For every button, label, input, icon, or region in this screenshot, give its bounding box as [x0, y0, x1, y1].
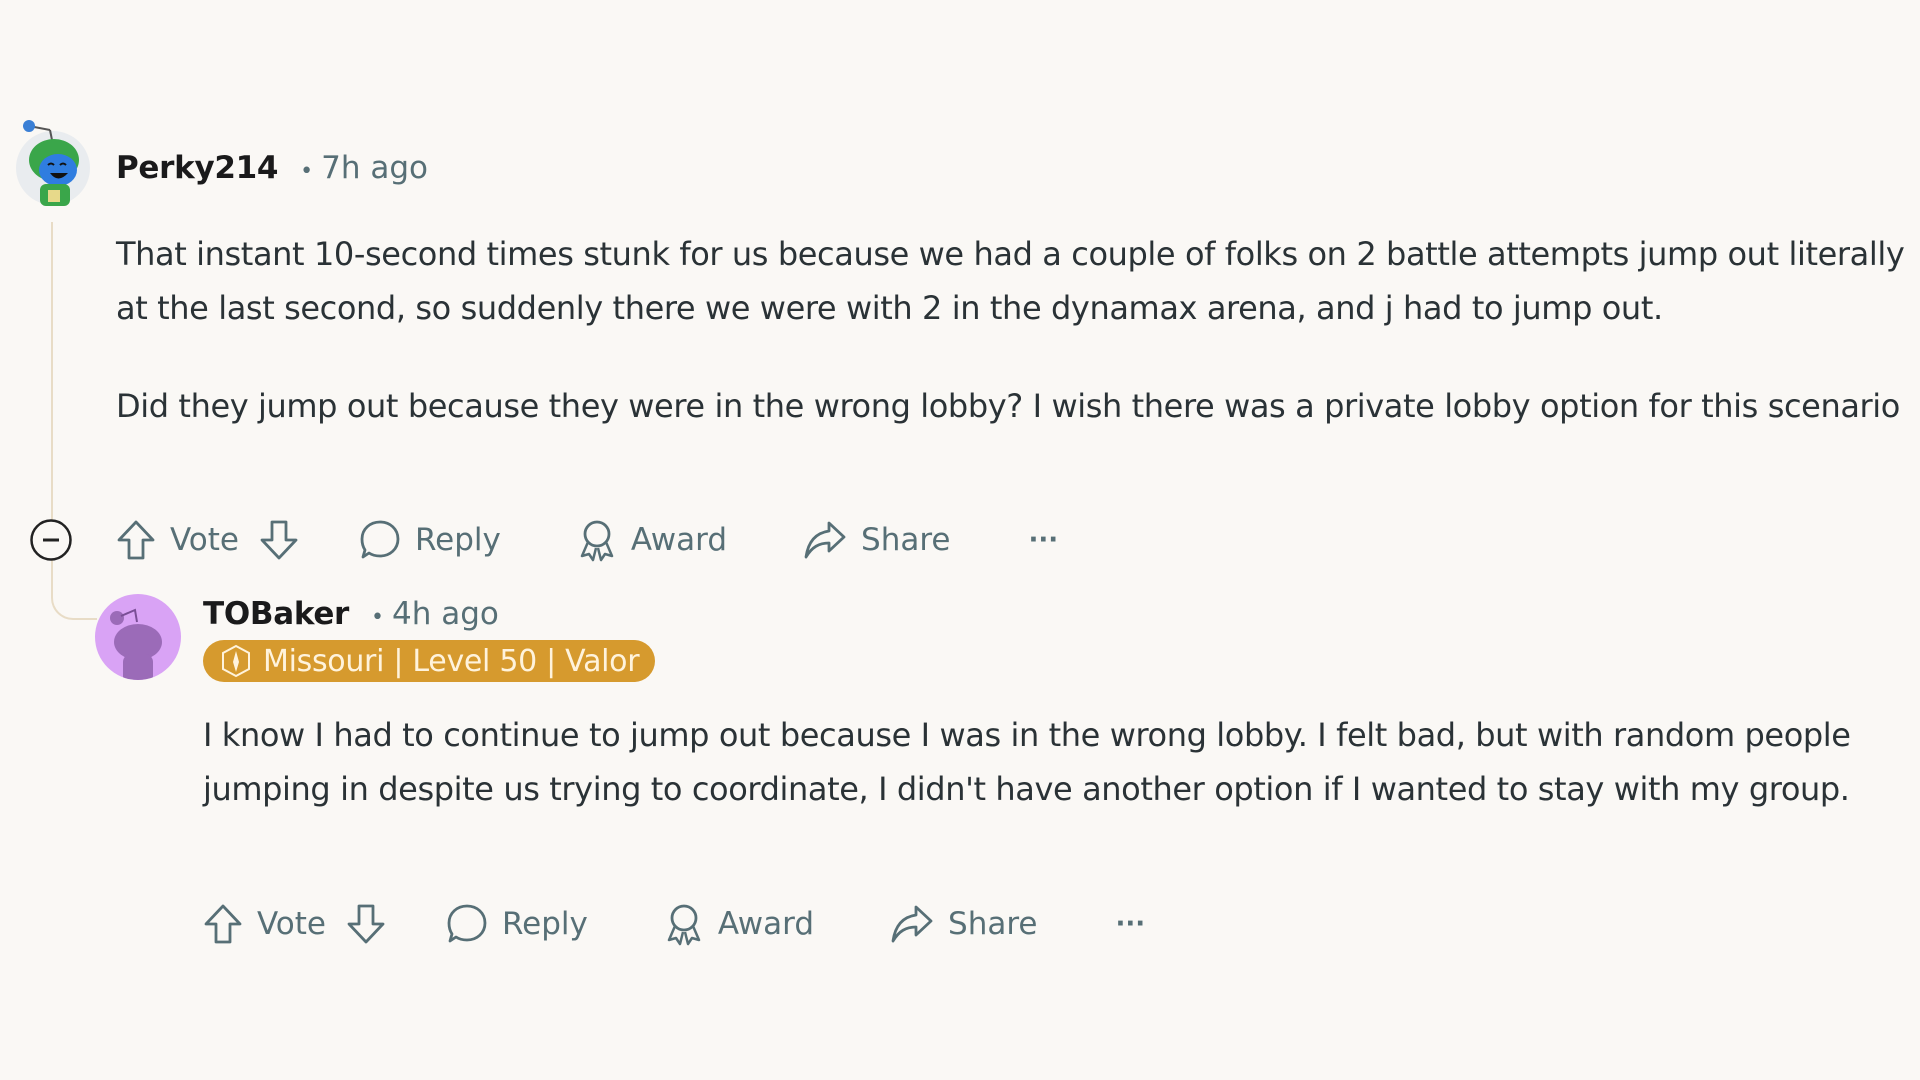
share-arrow-icon — [804, 521, 846, 559]
user-avatar[interactable] — [95, 594, 181, 680]
award-ribbon-icon — [580, 520, 614, 562]
collapse-thread-button[interactable] — [29, 518, 73, 566]
award-button[interactable]: Award — [577, 518, 727, 562]
timestamp[interactable]: 4h ago — [392, 596, 499, 632]
share-button[interactable]: Share — [803, 519, 951, 561]
more-options-button[interactable]: ··· — [1116, 909, 1146, 939]
comment-actions: Vote Reply Award Share ··· — [116, 518, 1058, 562]
reply-label: Reply — [415, 522, 501, 558]
comment-meta: TOBaker • 4h ago — [203, 596, 499, 632]
downvote-button[interactable] — [346, 902, 386, 946]
username[interactable]: TOBaker — [203, 596, 349, 632]
more-options-button[interactable]: ··· — [1029, 525, 1059, 555]
comment-paragraph: Did they jump out because they were in t… — [116, 387, 1900, 425]
thread-line — [51, 222, 53, 522]
separator-dot: • — [300, 159, 314, 184]
award-button[interactable]: Award — [664, 902, 814, 946]
upvote-button[interactable]: Vote — [203, 902, 326, 946]
more-options-icon: ··· — [1028, 525, 1059, 555]
reply-label: Reply — [502, 906, 588, 942]
username[interactable]: Perky214 — [116, 150, 278, 186]
vote-label: Vote — [257, 906, 326, 942]
flair-text: Missouri | Level 50 | Valor — [263, 643, 640, 679]
reply-bubble-icon — [447, 904, 487, 943]
upvote-arrow-icon — [117, 520, 155, 560]
more-options-icon: ··· — [1115, 909, 1146, 939]
comment-actions: Vote Reply Award Share ··· — [203, 902, 1145, 946]
upvote-arrow-icon — [204, 904, 242, 944]
share-label: Share — [948, 906, 1038, 942]
upvote-button[interactable]: Vote — [116, 518, 239, 562]
reply-button[interactable]: Reply — [446, 903, 588, 945]
separator-dot: • — [371, 605, 385, 630]
comment-meta: Perky214 • 7h ago — [116, 150, 428, 186]
snoo-avatar-green-hood-icon — [16, 120, 90, 206]
downvote-arrow-icon — [347, 904, 385, 944]
award-label: Award — [630, 522, 728, 558]
share-button[interactable]: Share — [890, 903, 1038, 945]
award-label: Award — [717, 906, 815, 942]
comment-body: That instant 10-second times stunk for u… — [116, 227, 1906, 477]
valor-team-icon — [222, 644, 250, 678]
downvote-button[interactable] — [259, 518, 299, 562]
timestamp[interactable]: 7h ago — [321, 150, 428, 186]
comment-body: I know I had to continue to jump out bec… — [203, 708, 1913, 860]
vote-label: Vote — [170, 522, 239, 558]
reply-bubble-icon — [360, 520, 400, 559]
share-arrow-icon — [891, 905, 933, 943]
downvote-arrow-icon — [260, 520, 298, 560]
user-flair: Missouri | Level 50 | Valor — [203, 640, 656, 682]
share-label: Share — [861, 522, 951, 558]
reply-button[interactable]: Reply — [359, 519, 501, 561]
comment-paragraph: I know I had to continue to jump out bec… — [203, 716, 1851, 808]
snoo-avatar-purple-icon — [110, 608, 162, 680]
user-avatar[interactable] — [12, 118, 90, 206]
collapse-minus-circle-icon — [30, 519, 72, 561]
thread-reply-connector — [51, 560, 97, 620]
comment-paragraph: That instant 10-second times stunk for u… — [116, 235, 1905, 327]
award-ribbon-icon — [667, 904, 701, 946]
